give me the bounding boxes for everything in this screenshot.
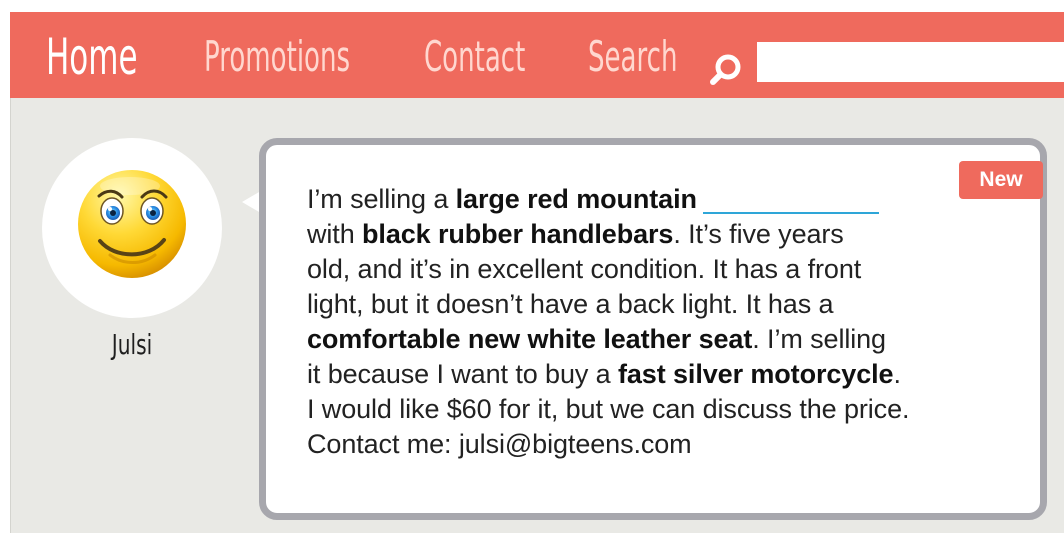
- search-icon[interactable]: [708, 52, 744, 88]
- post-text-segment: .: [893, 359, 901, 389]
- smiling-face-icon: [78, 170, 186, 278]
- post-text-line: comfortable new white leather seat. I’m …: [307, 322, 1009, 357]
- post-text-segment: . I’m selling: [752, 324, 886, 354]
- post-text-segment: light, but it doesn’t have a back light.…: [307, 289, 834, 319]
- profile-avatar-frame: [42, 138, 222, 318]
- nav-home-link[interactable]: Home: [46, 26, 138, 88]
- post-text-segment: . It’s five years: [673, 219, 844, 249]
- nav-contact-link[interactable]: Contact: [424, 30, 525, 84]
- post-text-segment: I would like $60 for it, but we can disc…: [307, 394, 910, 424]
- bold-post-phrase: black rubber handlebars: [362, 219, 674, 249]
- bold-post-phrase: large red mountain: [455, 184, 697, 214]
- post-author-name: Julsi: [111, 328, 153, 361]
- post-text-line: with black rubber handlebars. It’s five …: [307, 217, 1009, 252]
- post-text-segment: Contact me: julsi@bigteens.com: [307, 429, 692, 459]
- post-text-line: it because I want to buy a fast silver m…: [307, 357, 1009, 392]
- post-text-line: I would like $60 for it, but we can disc…: [307, 392, 1009, 427]
- bold-post-phrase: comfortable new white leather seat: [307, 324, 753, 354]
- post-text-line: Contact me: julsi@bigteens.com: [307, 427, 1009, 462]
- post-text-line: I’m selling a large red mountain: [307, 182, 1009, 217]
- top-navigation-bar: Home Promotions Contact Search: [10, 12, 1064, 98]
- nav-promotions-link[interactable]: Promotions: [204, 30, 350, 84]
- nav-search-label[interactable]: Search: [588, 30, 677, 84]
- post-text-line: light, but it doesn’t have a back light.…: [307, 287, 1009, 322]
- post-text-segment: I’m selling a: [307, 184, 456, 214]
- fill-in-blank: [702, 188, 879, 214]
- post-text-segment: it because I want to buy a: [307, 359, 618, 389]
- post-text-segment: old, and it’s in excellent condition. It…: [307, 254, 862, 284]
- bold-post-phrase: fast silver motorcycle: [618, 359, 894, 389]
- post-text-segment: with: [307, 219, 363, 249]
- post-body-text: I’m selling a large red mountain with bla…: [307, 182, 1009, 462]
- post-text-line: old, and it’s in excellent condition. It…: [307, 252, 1009, 287]
- search-input[interactable]: [757, 42, 1064, 82]
